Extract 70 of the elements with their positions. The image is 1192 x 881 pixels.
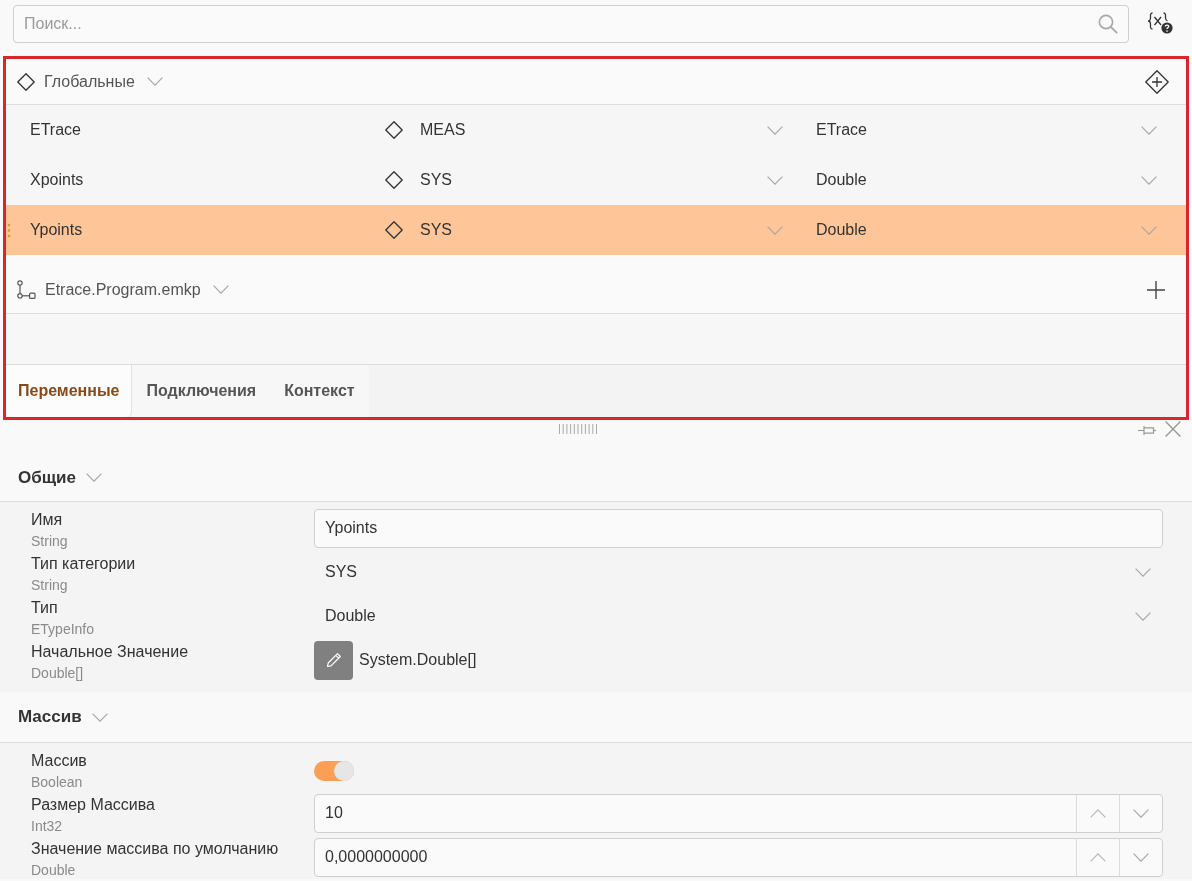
text-field[interactable]: Ypoints bbox=[314, 508, 1163, 548]
variable-name: ETrace bbox=[30, 120, 81, 140]
chevron-down-icon bbox=[767, 175, 783, 185]
property-type: Int32 bbox=[31, 817, 63, 836]
property-type: Double bbox=[31, 861, 76, 880]
braces-help-icon[interactable] bbox=[1147, 12, 1173, 34]
variable-row[interactable]: Ypoints SYS Double bbox=[6, 205, 1186, 255]
diamond-icon bbox=[385, 221, 403, 239]
chevron-down-icon bbox=[1141, 175, 1157, 185]
chevron-down-icon[interactable] bbox=[146, 77, 163, 86]
chevron-down-icon[interactable] bbox=[212, 285, 229, 294]
property-type: String bbox=[31, 576, 68, 595]
property-type: ETypeInfo bbox=[31, 620, 95, 639]
property-label: Значение массива по умолчанию bbox=[31, 839, 279, 859]
diamond-plus-icon[interactable] bbox=[1145, 69, 1169, 94]
chevron-down-icon bbox=[1141, 125, 1157, 135]
chevron-up-icon bbox=[1090, 808, 1106, 818]
tab[interactable]: Подключения bbox=[132, 365, 271, 417]
chevron-down-icon bbox=[1133, 808, 1149, 818]
group-title: Глобальные bbox=[44, 71, 135, 92]
edit-button[interactable] bbox=[314, 640, 353, 680]
grip-icon[interactable] bbox=[559, 424, 598, 434]
pencil-icon bbox=[325, 652, 342, 668]
chevron-down-icon[interactable] bbox=[91, 712, 108, 722]
property-type: Double[] bbox=[31, 664, 84, 683]
tab[interactable]: Контекст bbox=[270, 365, 369, 417]
group-title: Etrace.Program.emkp bbox=[45, 279, 201, 300]
search-field[interactable]: Поиск... bbox=[13, 5, 1129, 43]
chevron-up-icon bbox=[1090, 852, 1106, 862]
plus-icon[interactable] bbox=[1147, 280, 1165, 299]
diamond-icon bbox=[385, 121, 403, 139]
drag-handle-icon[interactable] bbox=[7, 223, 11, 238]
property-label: Тип bbox=[31, 598, 58, 618]
diamond-icon bbox=[17, 72, 35, 91]
close-icon[interactable] bbox=[1165, 421, 1181, 437]
variable-name: Ypoints bbox=[30, 220, 83, 240]
dropdown[interactable]: Double bbox=[314, 596, 1163, 636]
number-field[interactable]: 0,0000000000 bbox=[314, 837, 1163, 877]
property-label: Размер Массива bbox=[31, 795, 155, 815]
flow-icon bbox=[17, 280, 36, 299]
section-title: Общие bbox=[18, 466, 76, 489]
tab[interactable]: Переменные bbox=[6, 365, 133, 417]
toggle-switch[interactable] bbox=[314, 761, 354, 781]
property-label: Начальное Значение bbox=[31, 642, 189, 662]
category-dropdown[interactable]: MEAS bbox=[383, 105, 800, 155]
chevron-down-icon bbox=[1133, 852, 1149, 862]
chevron-down-icon bbox=[767, 125, 783, 135]
pin-icon[interactable] bbox=[1138, 425, 1156, 436]
type-dropdown[interactable]: ETrace bbox=[800, 105, 1186, 155]
variable-name: Xpoints bbox=[30, 170, 84, 190]
chevron-down-icon bbox=[1141, 225, 1157, 235]
type-dropdown[interactable]: Double bbox=[800, 205, 1186, 255]
dropdown[interactable]: SYS bbox=[314, 552, 1163, 592]
value-text: System.Double[] bbox=[359, 650, 477, 670]
type-dropdown[interactable]: Double bbox=[800, 155, 1186, 205]
search-icon[interactable] bbox=[1098, 14, 1118, 34]
section-title: Массив bbox=[18, 706, 82, 729]
property-label: Массив bbox=[31, 751, 87, 771]
chevron-down-icon bbox=[767, 225, 783, 235]
diamond-icon bbox=[385, 171, 403, 189]
category-dropdown[interactable]: SYS bbox=[383, 205, 800, 255]
property-type: Boolean bbox=[31, 773, 83, 792]
property-label: Имя bbox=[31, 510, 63, 530]
number-field[interactable]: 10 bbox=[314, 793, 1163, 833]
category-dropdown[interactable]: SYS bbox=[383, 155, 800, 205]
chevron-down-icon[interactable] bbox=[86, 473, 102, 482]
property-type: String bbox=[31, 532, 68, 551]
chevron-down-icon bbox=[1135, 567, 1151, 577]
chevron-down-icon bbox=[1135, 611, 1151, 621]
property-label: Тип категории bbox=[31, 554, 136, 574]
